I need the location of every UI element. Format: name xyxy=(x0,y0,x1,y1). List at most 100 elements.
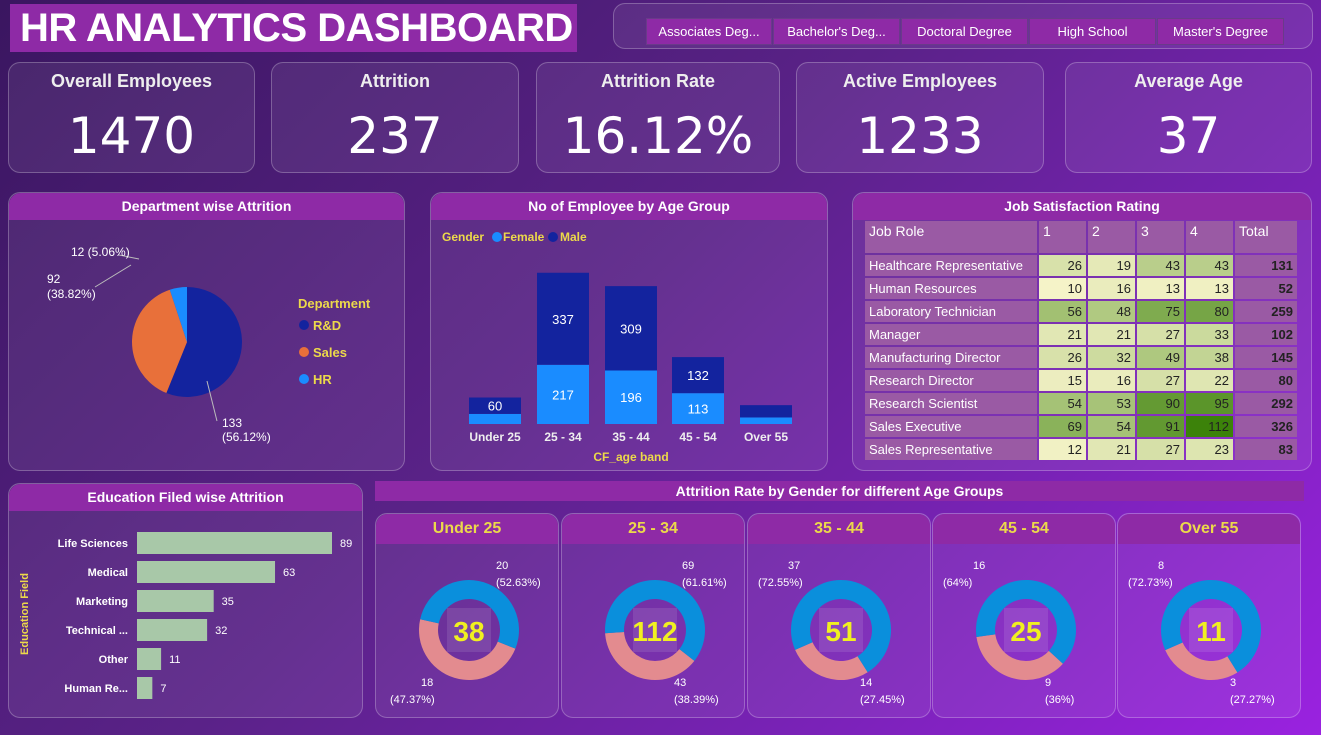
kpi-active-employees: Active Employees 1233 xyxy=(796,62,1044,173)
table-row: Human Resources 10 16 13 13 52 xyxy=(865,278,1297,299)
job-role-cell: Manager xyxy=(865,324,1037,345)
bar-female xyxy=(740,417,792,424)
job-role-cell: Human Resources xyxy=(865,278,1037,299)
donut-data-label: (64%) xyxy=(943,577,972,589)
education-bar xyxy=(137,561,276,583)
column-header[interactable]: 2 xyxy=(1088,221,1135,253)
table-row: Manager 21 21 27 33 102 xyxy=(865,324,1297,345)
slicer-option-bachelors[interactable]: Bachelor's Deg... xyxy=(773,18,900,45)
total-cell: 292 xyxy=(1235,393,1297,414)
donut-data-label: (27.45%) xyxy=(860,694,905,706)
job-role-cell: Sales Executive xyxy=(865,416,1037,437)
department-attrition-panel: Department wise Attrition 133 (56.12%) 92(… xyxy=(8,192,405,471)
column-header[interactable]: Total xyxy=(1235,221,1297,253)
kpi-value: 1470 xyxy=(67,107,196,165)
rating-cell: 16 xyxy=(1088,278,1135,299)
total-cell: 259 xyxy=(1235,301,1297,322)
legend-item: Sales xyxy=(313,345,347,360)
donut-chart: 25 16(64%) 9 (36%) xyxy=(943,560,1076,706)
slicer-option-masters[interactable]: Master's Degree xyxy=(1157,18,1284,45)
bar-data-label: 60 xyxy=(488,399,502,414)
donut-data-label: 37 xyxy=(788,560,800,572)
job-role-cell: Laboratory Technician xyxy=(865,301,1037,322)
y-tick-label: Other xyxy=(99,654,129,666)
donut-chart: 51 37 (72.55%) 14 (27.45%) xyxy=(758,560,905,706)
rating-cell: 27 xyxy=(1137,439,1184,460)
rating-cell: 56 xyxy=(1039,301,1086,322)
donut-total: 25 xyxy=(1010,616,1041,647)
job-satisfaction-table: Job Role 1 2 3 4 Total Healthcare Representati… xyxy=(863,219,1299,462)
bar-female xyxy=(469,413,521,424)
donut-data-label: 16 xyxy=(973,560,985,572)
education-slicer: Associates Deg... Bachelor's Deg... Doct… xyxy=(613,3,1313,49)
bar-male xyxy=(740,405,792,418)
donut-total: 11 xyxy=(1196,616,1226,647)
x-tick-label: 45 - 54 xyxy=(679,430,717,444)
slicer-option-high-school[interactable]: High School xyxy=(1029,18,1156,45)
y-tick-label: Technical ... xyxy=(66,625,128,637)
total-cell: 102 xyxy=(1235,324,1297,345)
job-role-cell: Research Director xyxy=(865,370,1037,391)
bar-data-label: 7 xyxy=(160,683,166,695)
kpi-attrition: Attrition 237 xyxy=(271,62,519,173)
donut-total: 51 xyxy=(825,616,856,647)
rating-cell: 13 xyxy=(1186,278,1233,299)
table-row: Healthcare Representative 26 19 43 43 131 xyxy=(865,255,1297,276)
column-header[interactable]: 3 xyxy=(1137,221,1184,253)
x-tick-label: Under 25 xyxy=(469,430,521,444)
slicer-option-doctoral[interactable]: Doctoral Degree xyxy=(901,18,1028,45)
kpi-label: Attrition Rate xyxy=(601,71,715,91)
donut-card-1: 25 - 34 112 69 (61.61%) 43 (38.39%) xyxy=(561,513,745,718)
total-cell: 131 xyxy=(1235,255,1297,276)
pie-data-label: (38.82%) xyxy=(47,287,96,301)
department-pie-chart: 133(56.12%) 92(38.82%) 12 (5.06%) Departmen… xyxy=(47,245,371,444)
donut-total: 112 xyxy=(632,616,677,647)
education-bar xyxy=(137,590,214,612)
donut-data-label: (36%) xyxy=(1045,694,1074,706)
rating-cell: 33 xyxy=(1186,324,1233,345)
table-row: Manufacturing Director 26 32 49 38 145 xyxy=(865,347,1297,368)
column-header[interactable]: 4 xyxy=(1186,221,1233,253)
column-header[interactable]: 1 xyxy=(1039,221,1086,253)
rating-cell: 69 xyxy=(1039,416,1086,437)
rating-cell: 49 xyxy=(1137,347,1184,368)
education-bar-chart: Education Field Life Sciences 89 Medical 63 M… xyxy=(19,532,352,699)
rating-cell: 22 xyxy=(1186,370,1233,391)
kpi-value: 1233 xyxy=(856,107,984,165)
total-cell: 83 xyxy=(1235,439,1297,460)
education-bar xyxy=(137,648,162,670)
rating-cell: 26 xyxy=(1039,255,1086,276)
rating-cell: 21 xyxy=(1088,324,1135,345)
pie-data-label: 92 xyxy=(47,272,61,286)
legend-marker xyxy=(299,320,309,330)
rating-cell: 48 xyxy=(1088,301,1135,322)
bar-data-label: 35 xyxy=(222,596,234,608)
table-row: Research Scientist 54 53 90 95 292 xyxy=(865,393,1297,414)
slicer-option-associates[interactable]: Associates Deg... xyxy=(646,18,772,45)
legend-marker xyxy=(299,374,309,384)
total-cell: 52 xyxy=(1235,278,1297,299)
legend-item: HR xyxy=(313,372,332,387)
bar-data-label: 132 xyxy=(687,368,709,383)
rating-cell: 26 xyxy=(1039,347,1086,368)
donut-card-3: 45 - 54 25 16 (64%) 9 (36%) xyxy=(932,513,1116,718)
legend-item: Male xyxy=(560,230,587,244)
education-bar xyxy=(137,532,332,554)
rating-cell: 13 xyxy=(1137,278,1184,299)
table-row: Research Director 15 16 27 22 80 xyxy=(865,370,1297,391)
job-role-cell: Healthcare Representative xyxy=(865,255,1037,276)
pie-data-label: 133 xyxy=(222,416,242,430)
column-header[interactable]: Job Role xyxy=(865,221,1037,253)
rating-cell: 23 xyxy=(1186,439,1233,460)
rating-cell: 12 xyxy=(1039,439,1086,460)
y-tick-label: Human Re... xyxy=(64,683,128,695)
kpi-average-age: Average Age 37 xyxy=(1065,62,1312,173)
legend-marker xyxy=(299,347,309,357)
education-attrition-panel: Education Filed wise Attrition Education… xyxy=(8,483,363,718)
kpi-overall-employees: Overall Employees 1470 xyxy=(8,62,255,173)
bar-data-label: 63 xyxy=(283,567,295,579)
panel-title: Job Satisfaction Rating xyxy=(853,193,1311,220)
rating-cell: 53 xyxy=(1088,393,1135,414)
donut-data-label: 43 xyxy=(674,677,686,689)
rating-cell: 38 xyxy=(1186,347,1233,368)
